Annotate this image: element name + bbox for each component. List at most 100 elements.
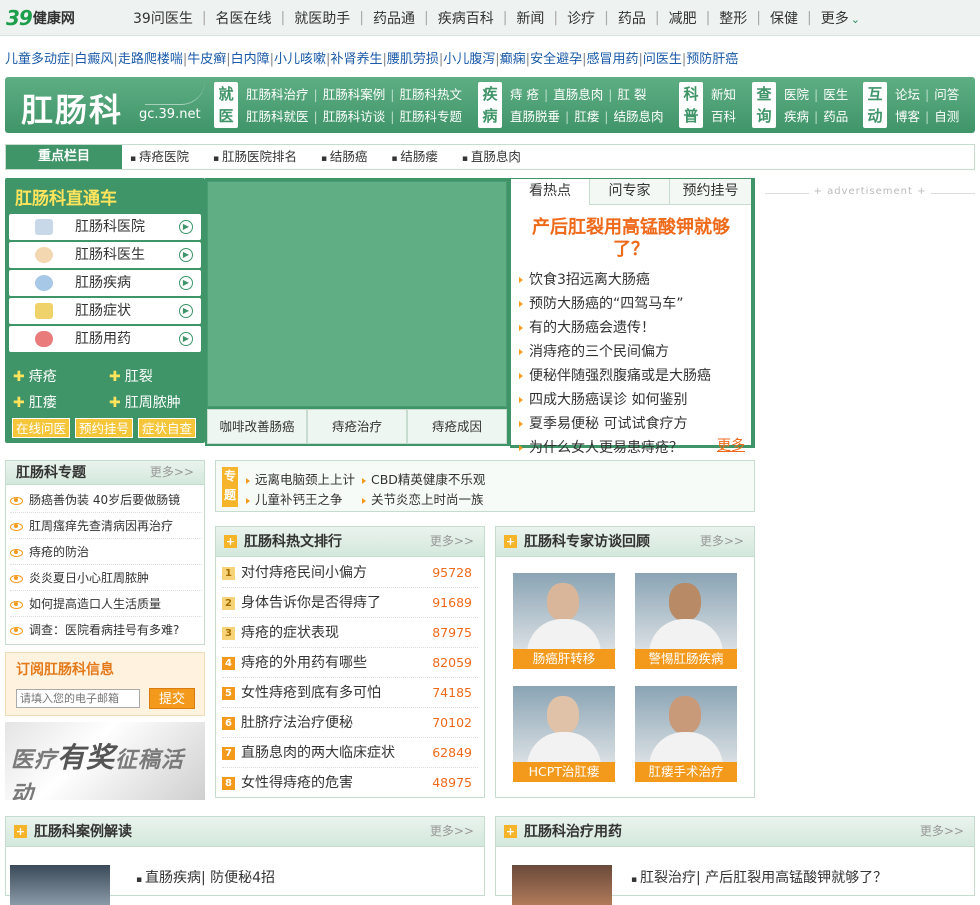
header-link[interactable]: 自测 bbox=[934, 109, 959, 124]
slide-tab[interactable]: 痔疮成因 bbox=[407, 409, 507, 444]
expert-card[interactable]: HCPT治肛瘘 bbox=[513, 686, 615, 784]
symptom-check-button[interactable]: 症状自查 bbox=[138, 418, 196, 438]
slide-image[interactable] bbox=[207, 181, 507, 407]
header-link[interactable]: 肛肠科案例 bbox=[323, 87, 386, 102]
special-item[interactable]: 痔疮的防治 bbox=[10, 540, 202, 565]
slide-tab[interactable]: 咖啡改善肠癌 bbox=[207, 409, 307, 444]
more-link[interactable]: 更多 bbox=[717, 435, 745, 455]
header-link[interactable]: 疾病 bbox=[784, 109, 809, 124]
direct-item-drug[interactable]: 肛肠用药 ▶ bbox=[9, 326, 201, 352]
direct-item-hospital[interactable]: 肛肠科医院 ▶ bbox=[9, 214, 201, 240]
keyword-link[interactable]: 补肾养生 bbox=[330, 52, 382, 67]
ranking-row[interactable]: 3 痔疮的症状表现 87975 bbox=[222, 618, 478, 648]
direct-item-symptom[interactable]: 肛肠症状 ▶ bbox=[9, 298, 201, 324]
header-link[interactable]: 肛 裂 bbox=[617, 87, 646, 102]
focus-link[interactable]: 痔疮医院 bbox=[130, 149, 189, 164]
expert-card[interactable]: 肛瘘手术治疗 bbox=[635, 686, 737, 784]
case-link[interactable]: 直肠疾病| 防便秘4招 bbox=[136, 867, 275, 887]
email-input[interactable] bbox=[16, 689, 140, 708]
header-link[interactable]: 肛瘘 bbox=[574, 109, 599, 124]
online-ask-button[interactable]: 在线问医 bbox=[12, 418, 70, 438]
tab-appointment[interactable]: 预约挂号 bbox=[670, 179, 751, 205]
keyword-link[interactable]: 白内障 bbox=[231, 52, 270, 67]
direct-item-doctor[interactable]: 肛肠科医生 ▶ bbox=[9, 242, 201, 268]
keyword-link[interactable]: 小儿腹泻 bbox=[443, 52, 495, 67]
ranking-row[interactable]: 1 对付痔疮民间小偏方 95728 bbox=[222, 558, 478, 588]
special-item[interactable]: 如何提高造口人生活质量 bbox=[10, 592, 202, 617]
special-item[interactable]: 肛周瘙痒先查清病因再治疗 bbox=[10, 514, 202, 539]
channel-logo[interactable]: 肛肠科 bbox=[21, 85, 123, 131]
more-link[interactable]: 更多>> bbox=[430, 817, 474, 845]
special-item[interactable]: 肠癌善伪装 40岁后要做肠镜 bbox=[10, 488, 202, 513]
header-link[interactable]: 论坛 bbox=[895, 87, 920, 102]
nav-item[interactable]: 39问医生 bbox=[124, 8, 202, 28]
hot-list-item[interactable]: 有的大肠癌会遗传！ bbox=[519, 317, 655, 337]
nav-item[interactable]: 疾病百科 bbox=[429, 8, 503, 28]
hot-list-item[interactable]: 便秘伴随强烈腹痛或是大肠癌 bbox=[519, 365, 711, 385]
ranking-row[interactable]: 5 女性痔疮到底有多可怕 74185 bbox=[222, 678, 478, 708]
keyword-link[interactable]: 儿童多动症 bbox=[5, 52, 70, 67]
keyword-link[interactable]: 癫痫 bbox=[500, 52, 526, 67]
topic-link[interactable]: 关节炎恋上时尚一族 bbox=[362, 489, 484, 508]
more-link[interactable]: 更多>> bbox=[150, 461, 194, 483]
keyword-link[interactable]: 牛皮癣 bbox=[187, 52, 226, 67]
more-link[interactable]: 更多>> bbox=[430, 527, 474, 555]
hot-list-item[interactable]: 为什么女人更易患痔疮？ bbox=[519, 437, 683, 457]
drug-link[interactable]: 肛裂治疗| 产后肛裂用高锰酸钾就够了？ bbox=[631, 867, 887, 887]
focus-link[interactable]: 结肠癌 bbox=[321, 149, 367, 164]
keyword-link[interactable]: 预防肝癌 bbox=[686, 52, 738, 67]
headline-link[interactable]: 产后肛裂用高锰酸钾就够了？ bbox=[517, 217, 745, 261]
nav-item[interactable]: 减肥 bbox=[660, 8, 706, 28]
hot-list-item[interactable]: 饮食3招远离大肠癌 bbox=[519, 269, 650, 289]
nav-item[interactable]: 整形 bbox=[710, 8, 756, 28]
header-link[interactable]: 肛肠科热文 bbox=[399, 87, 462, 102]
nav-item[interactable]: 名医在线 bbox=[207, 8, 281, 28]
topic-link[interactable]: 儿童补钙王之争 bbox=[246, 489, 343, 508]
topic-link[interactable]: 远离电脑颈上上计 bbox=[246, 469, 355, 488]
case-thumbnail[interactable] bbox=[10, 865, 110, 905]
ranking-row[interactable]: 6 肚脐疗法治疗便秘 70102 bbox=[222, 708, 478, 738]
nav-item[interactable]: 新闻 bbox=[507, 8, 553, 28]
hot-list-item[interactable]: 消痔疮的三个民间偏方 bbox=[519, 341, 669, 361]
more-link[interactable]: 更多>> bbox=[920, 817, 964, 845]
header-link[interactable]: 直肠息肉 bbox=[553, 87, 603, 102]
nav-more[interactable]: 更多 ⌄ bbox=[812, 8, 869, 28]
special-item[interactable]: 炎炎夏日小心肛周脓肿 bbox=[10, 566, 202, 591]
header-link[interactable]: 肛肠科治疗 bbox=[246, 87, 309, 102]
header-link[interactable]: 直肠脱垂 bbox=[510, 109, 560, 124]
keyword-link[interactable]: 感冒用药 bbox=[586, 52, 638, 67]
keyword-link[interactable]: 安全避孕 bbox=[530, 52, 582, 67]
tab-expert[interactable]: 问专家 bbox=[590, 179, 670, 205]
appointment-button[interactable]: 预约挂号 bbox=[75, 418, 133, 438]
header-link[interactable]: 痔 疮 bbox=[510, 87, 539, 102]
more-link[interactable]: 更多>> bbox=[700, 527, 744, 555]
contest-banner[interactable]: 医疗有奖征稿活动 bbox=[5, 722, 205, 800]
header-link[interactable]: 医生 bbox=[823, 87, 848, 102]
hot-list-item[interactable]: 四成大肠癌误诊 如何鉴别 bbox=[519, 389, 687, 409]
nav-item[interactable]: 保健 bbox=[761, 8, 807, 28]
direct-item-disease[interactable]: 肛肠疾病 ▶ bbox=[9, 270, 201, 296]
ranking-row[interactable]: 7 直肠息肉的两大临床症状 62849 bbox=[222, 738, 478, 768]
quick-link-ganglou[interactable]: ✚ 肛瘘 bbox=[13, 392, 57, 412]
header-link[interactable]: 博客 bbox=[895, 109, 920, 124]
expert-card[interactable]: 警惕肛肠疾病 bbox=[635, 573, 737, 671]
header-link[interactable]: 医院 bbox=[784, 87, 809, 102]
nav-item[interactable]: 药品通 bbox=[364, 8, 424, 28]
quick-link-zhichuang[interactable]: ✚ 痔疮 bbox=[13, 366, 57, 386]
nav-item[interactable]: 就医助手 bbox=[285, 8, 359, 28]
ranking-row[interactable]: 4 痔疮的外用药有哪些 82059 bbox=[222, 648, 478, 678]
header-link[interactable]: 新知 bbox=[711, 87, 736, 102]
keyword-link[interactable]: 腰肌劳损 bbox=[387, 52, 439, 67]
nav-item[interactable]: 药品 bbox=[609, 8, 655, 28]
header-link[interactable]: 问答 bbox=[934, 87, 959, 102]
focus-link[interactable]: 直肠息肉 bbox=[462, 149, 521, 164]
submit-button[interactable]: 提交 bbox=[149, 688, 195, 709]
topic-link[interactable]: CBD精英健康不乐观 bbox=[362, 469, 485, 488]
hot-list-item[interactable]: 预防大肠癌的“四驾马车” bbox=[519, 293, 684, 313]
hot-list-item[interactable]: 夏季易便秘 可试试食疗方 bbox=[519, 413, 687, 433]
header-link[interactable]: 肛肠科访谈 bbox=[323, 109, 386, 124]
tab-hot[interactable]: 看热点 bbox=[511, 179, 590, 205]
focus-link[interactable]: 肛肠医院排名 bbox=[213, 149, 297, 164]
special-item[interactable]: 调查：医院看病挂号有多难? bbox=[10, 618, 202, 643]
keyword-link[interactable]: 小儿咳嗽 bbox=[274, 52, 326, 67]
